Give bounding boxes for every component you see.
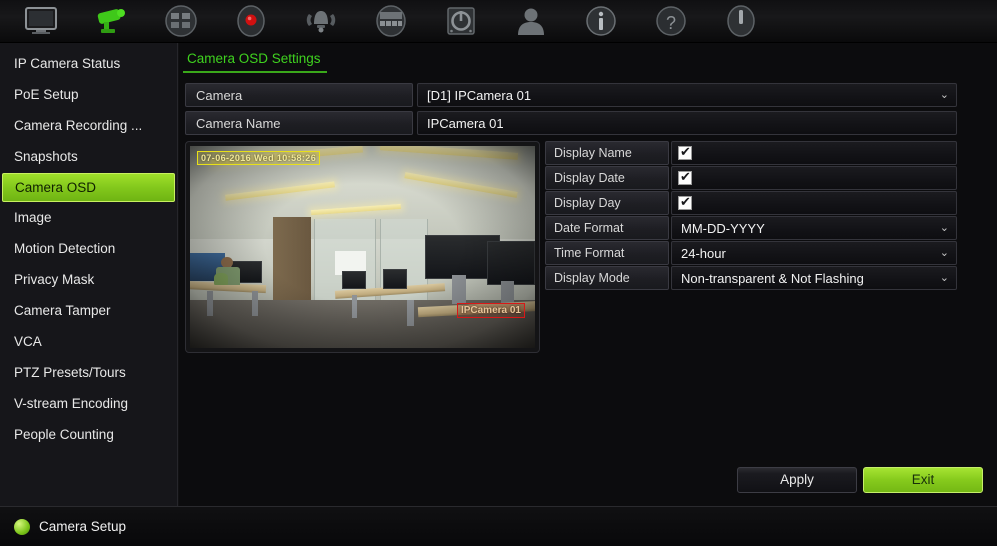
date-format-value: MM-DD-YYYY: [681, 221, 765, 236]
camera-label: Camera: [185, 83, 413, 107]
main-toolbar: ?: [0, 0, 997, 43]
osd-row-display-day: Display Day: [545, 191, 957, 215]
camera-icon: [90, 6, 132, 36]
tab-bar: Camera OSD Settings: [179, 48, 997, 75]
action-buttons: Apply Exit: [737, 467, 983, 493]
sidebar-item-motion-detection[interactable]: Motion Detection: [2, 234, 175, 264]
display-mode-value: Non-transparent & Not Flashing: [681, 271, 864, 286]
osd-camera-name-overlay[interactable]: IPCamera 01: [456, 303, 525, 318]
help-icon: ?: [654, 5, 688, 37]
sidebar-item-camera-recording[interactable]: Camera Recording ...: [2, 111, 175, 141]
apply-button[interactable]: Apply: [737, 467, 857, 493]
toolbar-item-camera-setup[interactable]: [76, 0, 146, 43]
sidebar-item-poe-setup[interactable]: PoE Setup: [2, 80, 175, 110]
hard-disk-icon: [444, 5, 478, 37]
main-panel: Camera OSD Settings Camera [D1] IPCamera…: [179, 43, 997, 506]
record-icon: [234, 5, 268, 37]
display-day-checkbox[interactable]: [678, 194, 692, 210]
camera-select[interactable]: [D1] IPCamera 01 ⌄: [417, 83, 957, 107]
date-format-label: Date Format: [545, 216, 669, 240]
info-icon: [584, 5, 618, 37]
osd-settings-table: Display Name Display Date Display Day Da…: [545, 141, 957, 291]
display-mode-label: Display Mode: [545, 266, 669, 290]
toolbar-item-storage[interactable]: [426, 0, 496, 43]
osd-row-date-format: Date Format MM-DD-YYYY ⌄: [545, 216, 957, 240]
osd-row-display-date: Display Date: [545, 166, 957, 190]
power-icon: [724, 5, 758, 37]
toolbar-item-shutdown[interactable]: [706, 0, 776, 43]
osd-row-display-name: Display Name: [545, 141, 957, 165]
monitor-icon: [23, 6, 59, 36]
user-icon: [514, 5, 548, 37]
display-name-label: Display Name: [545, 141, 669, 165]
camera-name-input[interactable]: IPCamera 01: [417, 111, 957, 135]
tab-camera-osd-settings[interactable]: Camera OSD Settings: [183, 48, 327, 73]
camera-select-value: [D1] IPCamera 01: [427, 88, 532, 103]
time-format-label: Time Format: [545, 241, 669, 265]
display-name-cell[interactable]: [671, 141, 957, 165]
network-icon: [373, 5, 409, 37]
toolbar-item-alarm[interactable]: [286, 0, 356, 43]
chevron-down-icon[interactable]: ⌄: [940, 242, 949, 265]
sidebar-item-vca[interactable]: VCA: [2, 327, 175, 357]
time-format-select[interactable]: 24-hour ⌄: [671, 241, 957, 265]
exit-button[interactable]: Exit: [863, 467, 983, 493]
camera-name-label: Camera Name: [185, 111, 413, 135]
camera-selector-row: Camera [D1] IPCamera 01 ⌄: [185, 83, 957, 107]
display-date-cell[interactable]: [671, 166, 957, 190]
osd-datetime-overlay[interactable]: 07-06-2016 Wed 10:58:26: [197, 151, 321, 165]
osd-row-display-mode: Display Mode Non-transparent & Not Flash…: [545, 266, 957, 290]
display-date-label: Display Date: [545, 166, 669, 190]
display-date-checkbox[interactable]: [678, 169, 692, 185]
alarm-bell-icon: [300, 6, 342, 36]
date-format-select[interactable]: MM-DD-YYYY ⌄: [671, 216, 957, 240]
display-day-cell[interactable]: [671, 191, 957, 215]
status-bar-text: Camera Setup: [39, 519, 127, 534]
toolbar-item-network[interactable]: [356, 0, 426, 43]
osd-row-time-format: Time Format 24-hour ⌄: [545, 241, 957, 265]
toolbar-item-recording[interactable]: [216, 0, 286, 43]
settings-sidebar: IP Camera Status PoE Setup Camera Record…: [0, 43, 178, 506]
status-bar: Camera Setup: [0, 506, 997, 546]
time-format-value: 24-hour: [681, 246, 726, 261]
sidebar-item-ip-camera-status[interactable]: IP Camera Status: [2, 49, 175, 79]
sidebar-item-camera-osd[interactable]: Camera OSD: [2, 173, 175, 202]
display-name-checkbox[interactable]: [678, 144, 692, 160]
chevron-down-icon[interactable]: ⌄: [940, 267, 949, 290]
sidebar-item-privacy-mask[interactable]: Privacy Mask: [2, 265, 175, 295]
sidebar-item-camera-tamper[interactable]: Camera Tamper: [2, 296, 175, 326]
display-day-label: Display Day: [545, 191, 669, 215]
sidebar-item-image[interactable]: Image: [2, 203, 175, 233]
chevron-down-icon[interactable]: ⌄: [940, 84, 949, 107]
svg-text:?: ?: [666, 13, 676, 33]
display-mode-select[interactable]: Non-transparent & Not Flashing ⌄: [671, 266, 957, 290]
playback-grid-icon: [163, 5, 199, 37]
toolbar-item-playback[interactable]: [146, 0, 216, 43]
status-indicator-icon: [14, 518, 30, 535]
camera-name-value: IPCamera 01: [427, 116, 504, 131]
toolbar-item-live-view[interactable]: [6, 0, 76, 43]
chevron-down-icon[interactable]: ⌄: [940, 217, 949, 240]
osd-preview-frame: 07-06-2016 Wed 10:58:26 IPCamera 01: [185, 141, 540, 353]
toolbar-item-help[interactable]: ?: [636, 0, 706, 43]
nvr-camera-osd-window: ? IP Camera Status PoE Setup Camera Reco…: [0, 0, 997, 546]
sidebar-item-snapshots[interactable]: Snapshots: [2, 142, 175, 172]
sidebar-item-v-stream-encoding[interactable]: V-stream Encoding: [2, 389, 175, 419]
toolbar-item-system-info[interactable]: [566, 0, 636, 43]
sidebar-item-ptz-presets-tours[interactable]: PTZ Presets/Tours: [2, 358, 175, 388]
toolbar-item-user-management[interactable]: [496, 0, 566, 43]
sidebar-item-people-counting[interactable]: People Counting: [2, 420, 175, 450]
camera-name-row: Camera Name IPCamera 01: [185, 111, 957, 135]
camera-live-preview[interactable]: 07-06-2016 Wed 10:58:26 IPCamera 01: [190, 146, 535, 348]
